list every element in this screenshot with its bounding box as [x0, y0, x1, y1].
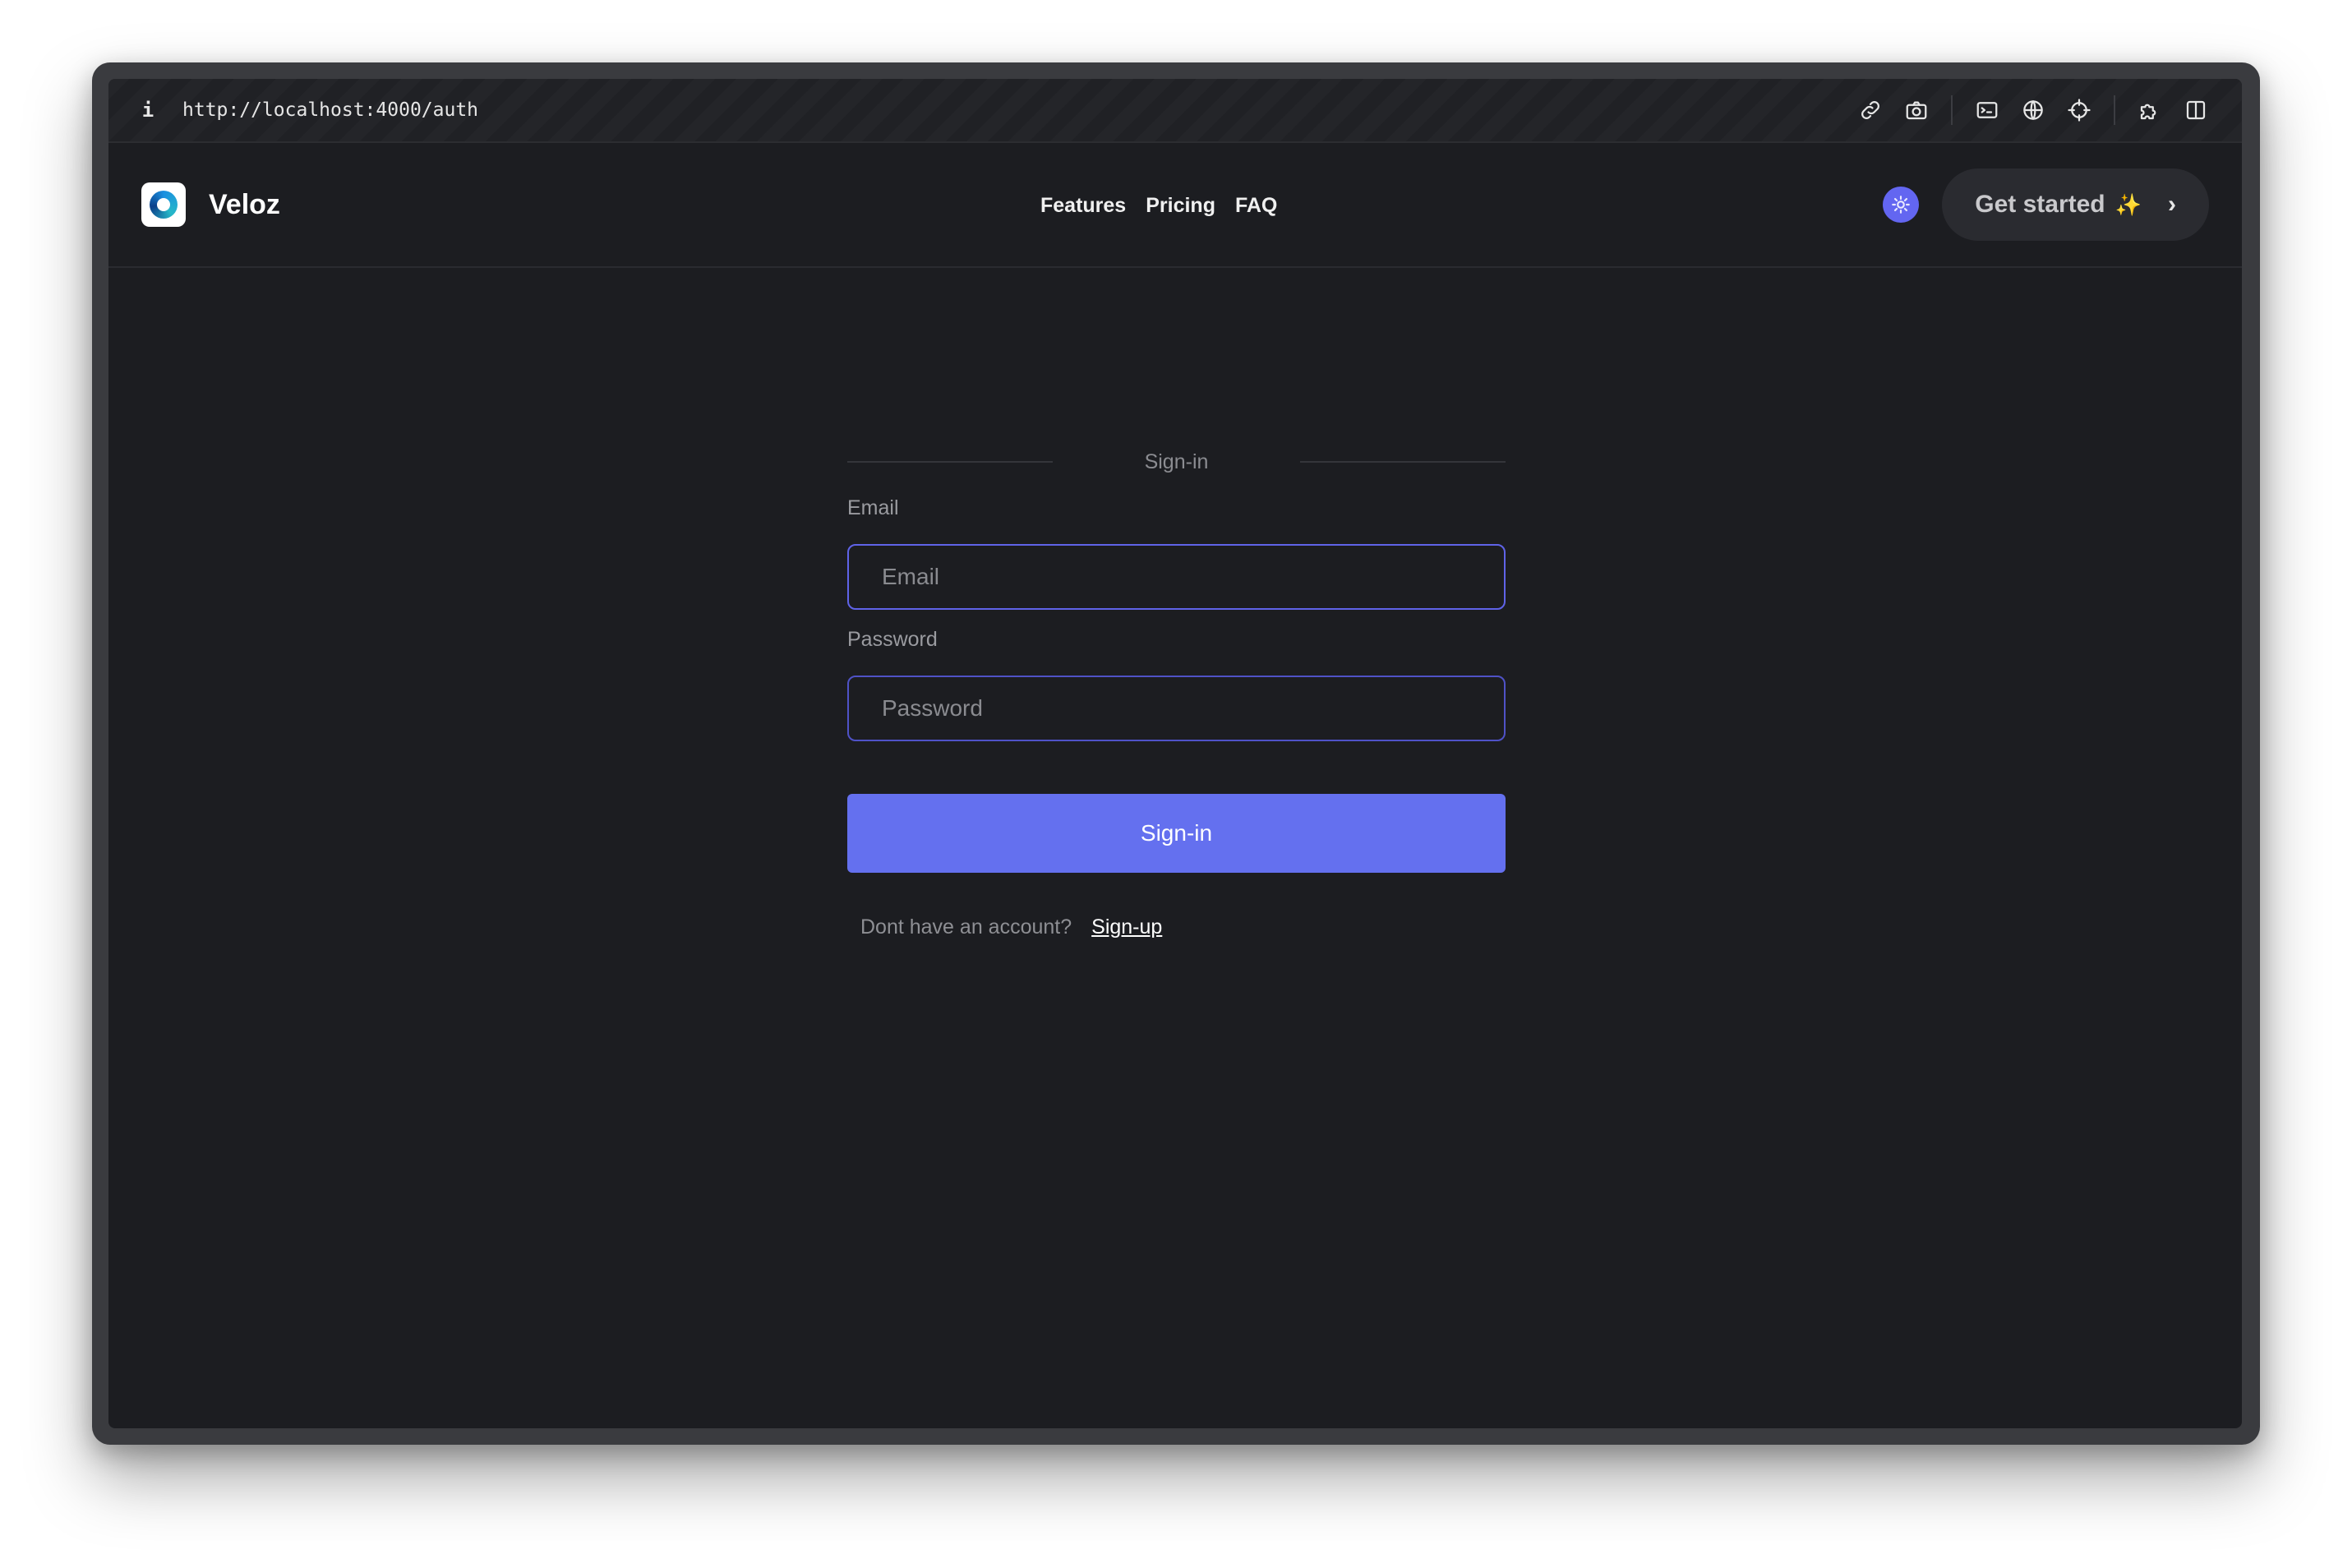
form-title: Sign-in: [1144, 450, 1209, 473]
globe-icon[interactable]: [2010, 90, 2056, 130]
browser-tools: [1847, 90, 2219, 130]
crosshair-icon[interactable]: [2056, 90, 2102, 130]
header-actions: Get started ✨ ›: [1883, 168, 2209, 241]
extensions-icon[interactable]: [2127, 90, 2173, 130]
camera-icon[interactable]: [1893, 90, 1939, 130]
browser-window: i http://localhost:4000/auth Veloz Featu…: [92, 62, 2260, 1445]
form-divider: Sign-in: [847, 445, 1506, 478]
signup-link[interactable]: Sign-up: [1091, 915, 1162, 939]
signup-prompt-row: Dont have an account? Sign-up: [847, 915, 1506, 939]
theme-toggle-sun-icon[interactable]: [1883, 187, 1920, 223]
toolbar-divider: [2114, 95, 2115, 125]
password-field[interactable]: [847, 676, 1506, 741]
brand-name[interactable]: Veloz: [209, 189, 280, 221]
link-icon[interactable]: [1847, 90, 1893, 130]
logo-ring: [150, 191, 178, 219]
terminal-icon[interactable]: [1964, 90, 2010, 130]
browser-toolbar: i http://localhost:4000/auth: [108, 79, 2242, 143]
address-bar-url[interactable]: http://localhost:4000/auth: [182, 99, 478, 121]
divider-line-left: [847, 461, 1053, 463]
nav-pricing[interactable]: Pricing: [1146, 194, 1215, 218]
veloz-logo-icon[interactable]: [141, 182, 186, 227]
sign-in-button[interactable]: Sign-in: [847, 794, 1506, 873]
nav-faq[interactable]: FAQ: [1235, 194, 1277, 218]
sign-in-form: Sign-in Email Password Sign-in Dont have…: [847, 445, 1506, 939]
email-field[interactable]: [847, 544, 1506, 610]
sparkle-icon: ✨: [2114, 191, 2142, 217]
get-started-button[interactable]: Get started ✨ ›: [1942, 168, 2209, 241]
email-label: Email: [847, 496, 899, 519]
password-label: Password: [847, 628, 938, 651]
site-header: Veloz Features Pricing FAQ Get started ✨…: [108, 143, 2242, 268]
get-started-label: Get started: [1975, 191, 2105, 218]
chevron-right-icon: ›: [2168, 191, 2176, 218]
main-nav: Features Pricing FAQ: [1040, 143, 1277, 268]
signup-prompt: Dont have an account?: [860, 915, 1072, 938]
divider-line-right: [1300, 461, 1506, 463]
browser-viewport: i http://localhost:4000/auth Veloz Featu…: [108, 79, 2242, 1428]
split-view-icon[interactable]: [2173, 90, 2219, 130]
toolbar-divider: [1951, 95, 1953, 125]
nav-features[interactable]: Features: [1040, 194, 1126, 218]
info-icon[interactable]: i: [138, 99, 158, 122]
